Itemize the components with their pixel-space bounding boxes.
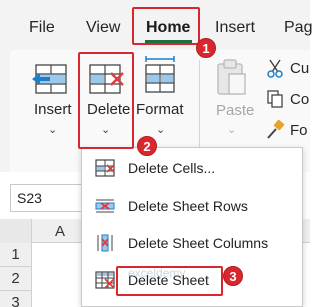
column-header-a[interactable]: A: [55, 223, 65, 240]
tab-file[interactable]: File: [29, 19, 55, 37]
highlight-delete-button: [78, 52, 134, 149]
insert-cells-icon[interactable]: [30, 62, 70, 101]
chevron-down-icon[interactable]: ⌄: [227, 123, 236, 136]
menu-item-label: Delete Sheet Rows: [128, 198, 248, 214]
format-cells-icon[interactable]: [140, 56, 180, 101]
name-box[interactable]: S23: [10, 184, 88, 212]
step-badge-1: 1: [196, 38, 216, 58]
tab-insert[interactable]: Insert: [215, 19, 255, 37]
tab-view[interactable]: View: [86, 19, 120, 37]
highlight-home-tab: [132, 7, 200, 45]
menu-item-delete-cells[interactable]: Delete Cells...: [82, 150, 304, 186]
row-header[interactable]: 3: [0, 291, 32, 307]
paste-button-label[interactable]: Paste: [216, 102, 254, 119]
menu-item-label: Delete Sheet Columns: [128, 235, 269, 251]
delete-cells-icon: [94, 158, 116, 183]
chevron-down-icon[interactable]: ⌄: [156, 123, 165, 136]
menu-item-delete-sheet-rows[interactable]: Delete Sheet Rows: [82, 188, 304, 224]
paste-icon[interactable]: [214, 58, 248, 103]
tab-page-layout[interactable]: Pag: [284, 19, 312, 37]
delete-columns-icon: [94, 233, 116, 258]
row-header[interactable]: 1: [0, 243, 32, 267]
ribbon-divider: [199, 60, 200, 148]
delete-sheet-icon: [94, 270, 116, 295]
format-button-label[interactable]: Format: [136, 101, 184, 118]
format-painter-label[interactable]: Fo: [290, 122, 308, 139]
format-painter-icon[interactable]: [265, 119, 285, 145]
delete-rows-icon: [94, 196, 116, 221]
row-header[interactable]: 2: [0, 267, 32, 291]
step-badge-3: 3: [223, 266, 243, 286]
menu-item-label: Delete Cells...: [128, 160, 216, 176]
highlight-delete-sheet: [116, 266, 223, 296]
chevron-down-icon[interactable]: ⌄: [48, 123, 57, 136]
copy-button-label[interactable]: Co: [290, 91, 309, 108]
cut-button-label[interactable]: Cu: [290, 60, 309, 77]
select-all-corner[interactable]: [0, 219, 32, 243]
scissors-icon[interactable]: [266, 59, 284, 84]
menu-item-delete-sheet-columns[interactable]: Delete Sheet Columns: [82, 225, 304, 261]
step-badge-2: 2: [137, 136, 157, 156]
copy-icon[interactable]: [266, 89, 284, 114]
insert-button-label[interactable]: Insert: [34, 101, 72, 118]
